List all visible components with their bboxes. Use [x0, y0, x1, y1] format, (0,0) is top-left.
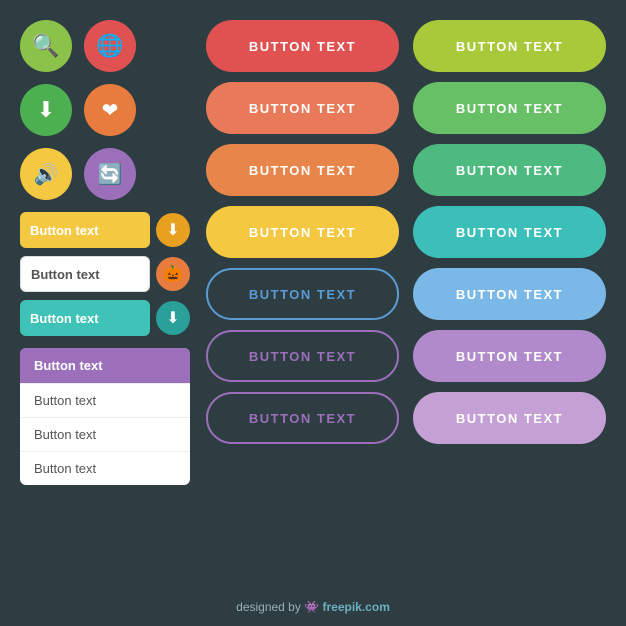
icon-row-3: 🔊 🔄	[20, 148, 190, 200]
small-button-white-label: Button text	[31, 267, 100, 282]
button-outline-purple-1[interactable]: BUTTON TEXT	[206, 330, 399, 382]
download-teal-small-icon[interactable]: ⬇	[156, 301, 190, 335]
dropdown-item-3[interactable]: Button text	[20, 451, 190, 485]
footer-text: designed by	[236, 600, 304, 614]
heart-icon-circle[interactable]: ❤	[84, 84, 136, 136]
small-button-teal[interactable]: Button text	[20, 300, 150, 336]
button-green-light[interactable]: BUTTON TEXT	[413, 20, 606, 72]
button-blue-solid[interactable]: BUTTON TEXT	[413, 268, 606, 320]
button-outline-purple-2[interactable]: BUTTON TEXT	[206, 392, 399, 444]
button-green2[interactable]: BUTTON TEXT	[413, 144, 606, 196]
halloween-small-icon[interactable]: 🎃	[156, 257, 190, 291]
dropdown-item-1[interactable]: Button text	[20, 383, 190, 417]
small-button-yellow[interactable]: Button text	[20, 212, 150, 248]
icon-row-2: ⬇ ❤	[20, 84, 190, 136]
dropdown-menu: Button text Button text Button text Butt…	[20, 348, 190, 485]
footer-icon: 👾	[304, 600, 319, 614]
download-icon-circle[interactable]: ⬇	[20, 84, 72, 136]
button-outline-blue[interactable]: BUTTON TEXT	[206, 268, 399, 320]
right-columns: BUTTON TEXT BUTTON TEXT BUTTON TEXT BUTT…	[206, 20, 606, 485]
dropdown-item-2[interactable]: Button text	[20, 417, 190, 451]
button-column-2: BUTTON TEXT BUTTON TEXT BUTTON TEXT BUTT…	[413, 20, 606, 485]
small-button-teal-label: Button text	[30, 311, 99, 326]
footer-brand: freepik.com	[323, 600, 390, 614]
small-button-row-2: Button text 🎃	[20, 256, 190, 292]
left-column: 🔍 🌐 ⬇ ❤ 🔊 🔄 Button text ⬇ Button text 🎃	[20, 20, 190, 485]
button-green[interactable]: BUTTON TEXT	[413, 82, 606, 134]
small-button-row-3: Button text ⬇	[20, 300, 190, 336]
button-yellow[interactable]: BUTTON TEXT	[206, 206, 399, 258]
button-purple2-solid[interactable]: BUTTON TEXT	[413, 392, 606, 444]
small-button-white[interactable]: Button text	[20, 256, 150, 292]
refresh-icon-circle[interactable]: 🔄	[84, 148, 136, 200]
icon-row-1: 🔍 🌐	[20, 20, 190, 72]
button-red[interactable]: BUTTON TEXT	[206, 20, 399, 72]
button-purple-solid[interactable]: BUTTON TEXT	[413, 330, 606, 382]
button-teal[interactable]: BUTTON TEXT	[413, 206, 606, 258]
small-button-row-1: Button text ⬇	[20, 212, 190, 248]
footer: designed by 👾 freepik.com	[0, 600, 626, 614]
dropdown-header[interactable]: Button text	[20, 348, 190, 383]
small-button-yellow-label: Button text	[30, 223, 99, 238]
button-salmon[interactable]: BUTTON TEXT	[206, 82, 399, 134]
globe-icon-circle[interactable]: 🌐	[84, 20, 136, 72]
button-column-1: BUTTON TEXT BUTTON TEXT BUTTON TEXT BUTT…	[206, 20, 399, 485]
download-small-icon[interactable]: ⬇	[156, 213, 190, 247]
button-orange[interactable]: BUTTON TEXT	[206, 144, 399, 196]
search-icon-circle[interactable]: 🔍	[20, 20, 72, 72]
speaker-icon-circle[interactable]: 🔊	[20, 148, 72, 200]
